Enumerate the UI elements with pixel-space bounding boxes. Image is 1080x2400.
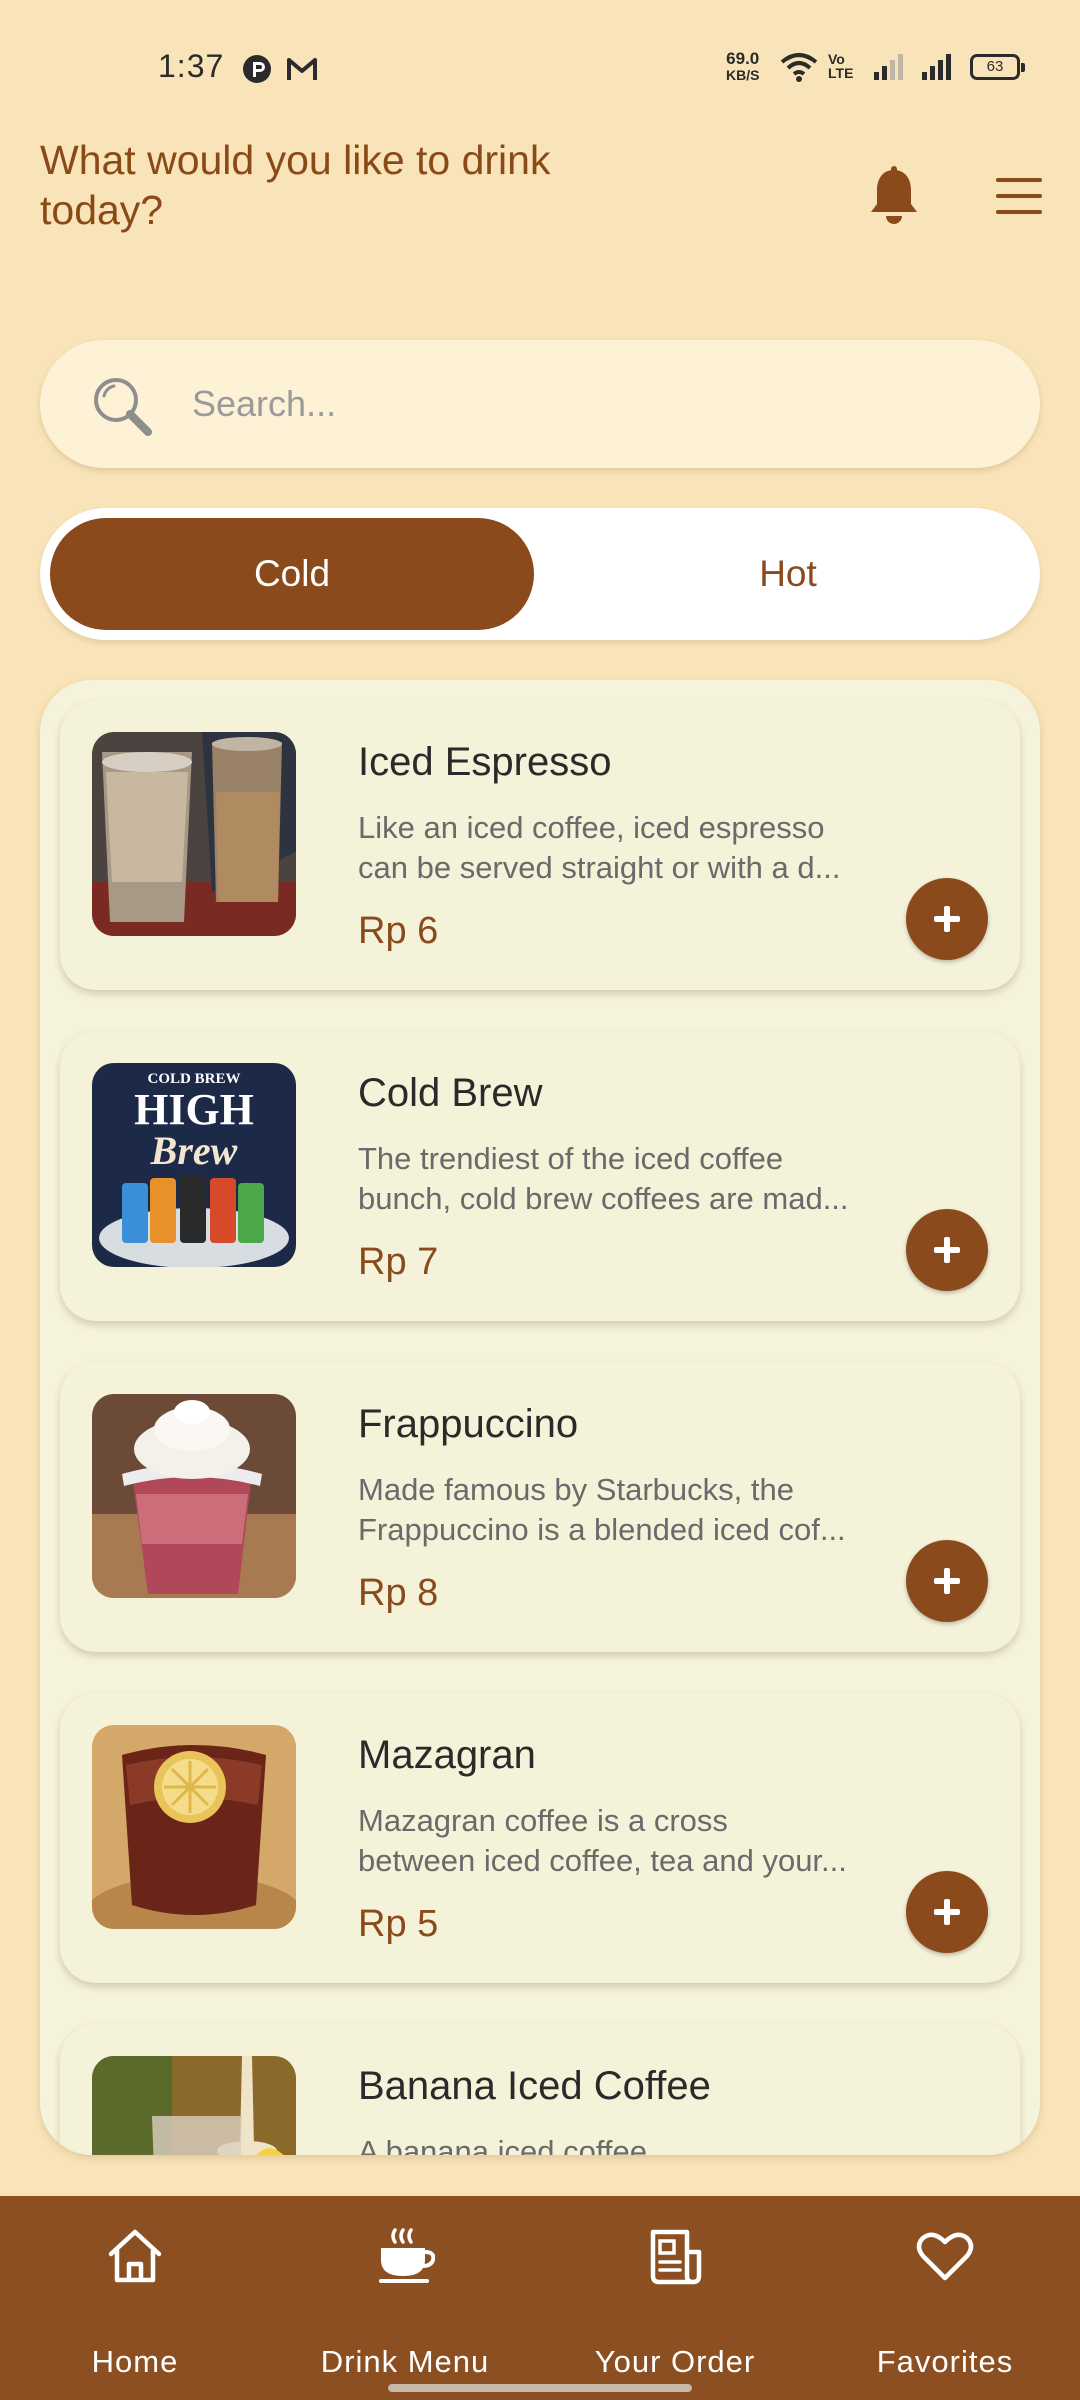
drink-card-frappuccino[interactable]: Frappuccino Made famous by Starbucks, th… [60, 1362, 1020, 1652]
drink-description: Like an iced coffee, iced espresso can b… [358, 808, 928, 888]
network-speed-unit: KB/S [726, 67, 760, 83]
page-title: What would you like to drink today? [40, 135, 660, 235]
coffee-cup-icon [379, 2228, 435, 2283]
cold-brew-logo: COLD BREW HIGH Brew [134, 1071, 254, 1173]
home-icon [108, 2229, 162, 2283]
drink-card-mazagran[interactable]: Mazagran Mazagran coffee is a cross betw… [60, 1693, 1020, 1983]
drink-price: Rp 8 [358, 1572, 439, 1614]
battery-level: 63 [986, 58, 1004, 75]
tab-hot[interactable]: Hot [546, 518, 1030, 630]
drink-name: Cold Brew [358, 1071, 543, 1115]
drink-image-banana-iced-coffee [92, 2056, 296, 2155]
drink-price: Rp 5 [358, 1903, 439, 1945]
network-speed-value: 69.0 [726, 49, 760, 68]
drink-description: Mazagran coffee is a cross between iced … [358, 1801, 928, 1881]
drink-description-line1: Made famous by Starbucks, the [358, 1472, 794, 1507]
nav-item-favorites[interactable]: Favorites [810, 2196, 1080, 2400]
temperature-toggle: Cold Hot [40, 508, 1040, 640]
drink-name: Banana Iced Coffee [358, 2064, 711, 2108]
drink-image-cold-brew: COLD BREW HIGH Brew [92, 1063, 296, 1267]
search-input[interactable] [192, 374, 972, 434]
add-to-order-button[interactable] [906, 1209, 988, 1291]
app-root: 1:37 69.0 KB/S Vo LTE 63 What would you … [0, 0, 1080, 2400]
hamburger-menu-icon[interactable] [994, 176, 1044, 216]
drink-description-line1: The trendiest of the iced coffee [358, 1141, 784, 1176]
drink-description-line2: Frappuccino is a blended iced cof... [358, 1512, 846, 1547]
gmail-icon [287, 58, 317, 80]
nav-label-your-order: Your Order [594, 2344, 756, 2379]
plus-icon [934, 1568, 960, 1594]
drink-name: Frappuccino [358, 1402, 579, 1446]
drink-image-iced-espresso [92, 732, 296, 936]
drink-description: Made famous by Starbucks, the Frappuccin… [358, 1470, 928, 1550]
nav-item-your-order[interactable]: Your Order [540, 2196, 810, 2400]
search-bar[interactable] [40, 340, 1040, 468]
heart-icon [916, 2232, 974, 2281]
add-to-order-button[interactable] [906, 1871, 988, 1953]
drink-name: Mazagran [358, 1733, 536, 1777]
signal-sim2-icon [922, 54, 951, 80]
volte-icon: Vo LTE [828, 51, 854, 81]
add-to-order-button[interactable] [906, 878, 988, 960]
status-bar: 1:37 69.0 KB/S Vo LTE 63 [0, 0, 1080, 120]
drink-name: Iced Espresso [358, 740, 612, 784]
receipt-icon [650, 2229, 702, 2285]
drink-price: Rp 7 [358, 1241, 439, 1283]
drink-description-line2: between iced coffee, tea and your... [358, 1843, 847, 1878]
add-to-order-button[interactable] [906, 1540, 988, 1622]
drink-list[interactable]: Iced Espresso Like an iced coffee, iced … [40, 680, 1040, 2155]
drink-image-mazagran [92, 1725, 296, 1929]
drink-description: A banana iced coffee [358, 2132, 928, 2155]
search-icon [94, 378, 152, 436]
plus-icon [934, 1237, 960, 1263]
drink-description-line2: bunch, cold brew coffees are mad... [358, 1181, 849, 1216]
bottom-navigation: Home Drink Menu Your Order Favorites [0, 2196, 1080, 2400]
plus-icon [934, 1899, 960, 1925]
tab-cold[interactable]: Cold [50, 518, 534, 630]
drink-description-line1: Mazagran coffee is a cross [358, 1803, 728, 1838]
drink-description-line1: Like an iced coffee, iced espresso [358, 810, 825, 845]
status-time: 1:37 [158, 48, 225, 84]
notification-bell-icon[interactable] [868, 166, 920, 226]
drink-description-line1: A banana iced coffee [358, 2134, 648, 2155]
signal-sim1-icon [874, 54, 903, 80]
nav-label-favorites: Favorites [876, 2344, 1014, 2379]
plus-icon [934, 906, 960, 932]
page-title-line2: today? [40, 187, 164, 233]
nav-item-drink-menu[interactable]: Drink Menu [270, 2196, 540, 2400]
home-indicator[interactable] [388, 2384, 692, 2392]
drink-price: Rp 6 [358, 910, 439, 952]
nav-label-home: Home [91, 2344, 179, 2379]
drink-description-line2: can be served straight or with a d... [358, 850, 841, 885]
page-title-line1: What would you like to drink [40, 137, 551, 183]
drink-card-cold-brew[interactable]: COLD BREW HIGH Brew Cold Brew The trendi… [60, 1031, 1020, 1321]
wifi-icon [780, 53, 818, 82]
drink-card-banana-iced-coffee[interactable]: Banana Iced Coffee A banana iced coffee [60, 2024, 1020, 2155]
drink-description: The trendiest of the iced coffee bunch, … [358, 1139, 928, 1219]
nav-item-home[interactable]: Home [0, 2196, 270, 2400]
battery-icon: 63 [970, 54, 1025, 80]
drink-card-iced-espresso[interactable]: Iced Espresso Like an iced coffee, iced … [60, 700, 1020, 990]
drink-image-frappuccino [92, 1394, 296, 1598]
nav-label-drink-menu: Drink Menu [320, 2344, 490, 2379]
network-speed: 69.0 KB/S [726, 50, 759, 84]
app-notification-icon [243, 55, 271, 83]
